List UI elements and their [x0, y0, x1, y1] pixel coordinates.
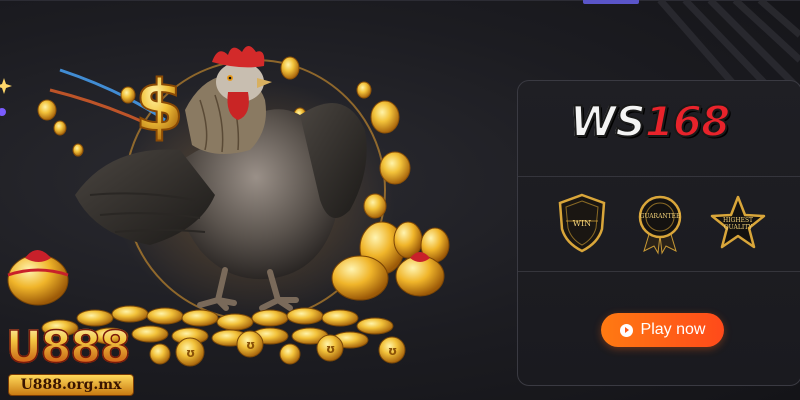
svg-text:ʊ: ʊ — [326, 342, 335, 356]
brand-card: WS168 WIN GUARANTEE HIGHEST QUALITY Play… — [517, 80, 800, 386]
highest-quality-star-badge: HIGHEST QUALITY — [708, 191, 768, 255]
svg-text:ʊ: ʊ — [388, 344, 397, 358]
svg-text:ʊ: ʊ — [246, 338, 255, 352]
top-tab-indicator — [583, 0, 639, 4]
trust-badges: WIN GUARANTEE HIGHEST QUALITY — [518, 177, 800, 273]
guarantee-badge-label: GUARANTEE — [639, 213, 681, 220]
play-now-label: Play now — [640, 321, 706, 338]
svg-text:ʊ: ʊ — [186, 346, 195, 360]
divider — [518, 271, 800, 272]
play-now-button[interactable]: Play now — [601, 313, 724, 347]
play-circle-icon — [619, 323, 633, 337]
ws168-logo-text: WS168 — [569, 96, 732, 147]
medal-icon — [638, 195, 682, 255]
guarantee-medal-badge: GUARANTEE — [630, 191, 690, 255]
svg-text:$: $ — [135, 65, 184, 147]
u888-logo-word: U888 — [5, 321, 131, 374]
ws168-logo[interactable]: WS168 — [518, 81, 800, 176]
win-badge-label: WIN — [572, 219, 592, 228]
u888-logo[interactable]: U888 U888.org.mx — [2, 321, 152, 400]
win-badge: WIN — [552, 191, 612, 255]
ws168-logo-part-a: WS — [569, 96, 647, 147]
ws168-logo-part-b: 168 — [644, 96, 732, 147]
highest-quality-label: HIGHEST QUALITY — [722, 217, 754, 231]
u888-logo-domain: U888.org.mx — [8, 374, 134, 396]
